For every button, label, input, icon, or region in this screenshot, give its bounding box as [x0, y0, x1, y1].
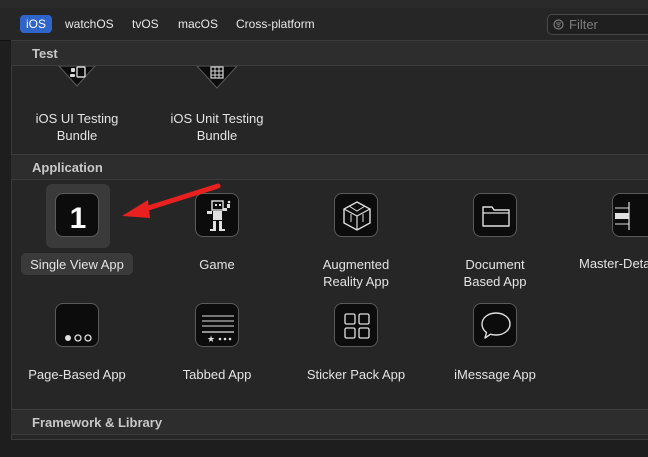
- template-label: Game: [199, 257, 235, 272]
- template-label: Tabbed App: [182, 367, 252, 382]
- template-label: iOS Unit Testing: [170, 111, 264, 126]
- template-label: Reality App: [323, 274, 389, 289]
- filter-icon: [553, 19, 564, 30]
- ar-cube-icon: [334, 193, 378, 237]
- master-detail-icon[interactable]: [612, 193, 648, 237]
- unit-test-icon: [196, 66, 238, 89]
- section-header-framework: Framework & Library: [11, 409, 648, 435]
- single-view-glyph: 1: [70, 202, 87, 235]
- template-label: Bundle: [196, 128, 238, 143]
- page-dots-icon: [55, 303, 99, 347]
- template-label: Document: [465, 257, 525, 272]
- tab-ios[interactable]: iOS: [20, 15, 53, 33]
- single-view-icon: 1: [55, 193, 99, 237]
- template-augmented-reality-app[interactable]: Augmented Reality App: [296, 193, 416, 293]
- template-label: Augmented: [322, 257, 390, 272]
- platform-tab-bar: iOS watchOS tvOS macOS Cross-platform: [0, 8, 648, 41]
- svg-text:★: ★: [207, 335, 215, 345]
- template-imessage-app[interactable]: iMessage App: [435, 303, 555, 383]
- template-label: iMessage App: [454, 367, 536, 382]
- tab-macos[interactable]: macOS: [172, 15, 224, 33]
- template-label: Sticker Pack App: [306, 367, 406, 382]
- filter-field[interactable]: [547, 14, 648, 35]
- template-sticker-pack-app[interactable]: Sticker Pack App: [296, 303, 416, 383]
- annotation-arrow-icon: [122, 183, 221, 218]
- tab-cross-platform[interactable]: Cross-platform: [230, 15, 321, 33]
- template-label: Based App: [463, 274, 527, 289]
- template-tabbed-app[interactable]: ★ Tabbed App: [157, 303, 277, 383]
- section-title-application: Application: [32, 160, 103, 175]
- tab-watchos[interactable]: watchOS: [59, 15, 120, 33]
- section-title-test: Test: [32, 46, 58, 61]
- tab-tvos[interactable]: tvOS: [126, 15, 165, 33]
- template-ios-unit-testing[interactable]: iOS Unit Testing Bundle: [157, 66, 277, 146]
- tab-bar-icon: ★: [195, 303, 239, 347]
- template-label: Bundle: [56, 128, 98, 143]
- template-document-based-app[interactable]: Document Based App: [435, 193, 555, 293]
- section-header-test: Test: [11, 40, 648, 66]
- filter-input[interactable]: [569, 16, 648, 33]
- speech-bubble-icon: [473, 303, 517, 347]
- sticker-grid-icon: [334, 303, 378, 347]
- section-title-framework: Framework & Library: [32, 415, 163, 430]
- template-ios-ui-testing[interactable]: iOS UI Testing Bundle: [17, 66, 137, 146]
- folder-icon: [473, 193, 517, 237]
- window-title-strip: [0, 0, 648, 8]
- template-label-master-detail: Master-Detail App: [579, 256, 648, 271]
- ui-test-icon: [58, 66, 96, 87]
- template-label: iOS UI Testing: [35, 111, 119, 126]
- template-chooser: iOS watchOS tvOS macOS Cross-platform Te…: [0, 0, 648, 457]
- section-header-application: Application: [11, 154, 648, 180]
- template-label: Single View App: [30, 257, 124, 272]
- template-page-based-app[interactable]: Page-Based App: [17, 303, 137, 383]
- template-label: Page-Based App: [28, 367, 126, 382]
